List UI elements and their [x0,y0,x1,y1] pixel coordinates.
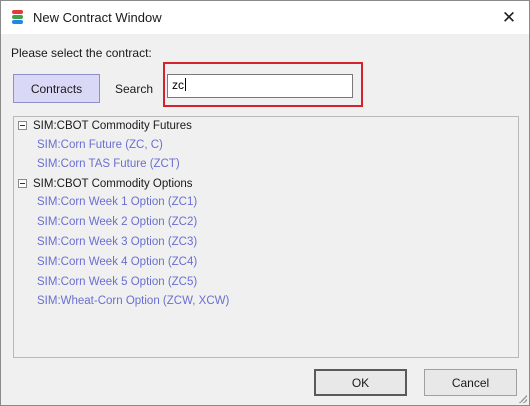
collapse-icon[interactable] [18,179,27,188]
tree-group-label: SIM:CBOT Commodity Options [33,178,193,190]
search-input-value: zc [172,78,184,92]
close-icon[interactable]: ✕ [489,1,529,34]
search-input[interactable]: zc [167,74,353,98]
tree-item[interactable]: SIM:Wheat-Corn Option (ZCW, XCW) [37,295,229,307]
contract-tree[interactable]: SIM:CBOT Commodity Futures SIM:Corn Futu… [13,116,519,358]
title-bar[interactable]: New Contract Window ✕ [1,1,529,34]
window-title: New Contract Window [33,10,162,25]
search-label: Search [115,82,154,96]
tree-item[interactable]: SIM:Corn Week 4 Option (ZC4) [37,256,197,268]
tree-item[interactable]: SIM:Corn Week 1 Option (ZC1) [37,196,197,208]
ok-button[interactable]: OK [314,369,407,396]
cancel-button[interactable]: Cancel [424,369,517,396]
select-contract-prompt: Please select the contract: [11,46,152,60]
new-contract-dialog: New Contract Window ✕ Please select the … [0,0,530,406]
tree-item[interactable]: SIM:Corn TAS Future (ZCT) [37,158,180,170]
resize-grip-icon[interactable] [519,395,527,403]
contracts-button[interactable]: Contracts [13,74,100,103]
tree-group-futures[interactable]: SIM:CBOT Commodity Futures [18,120,192,132]
tree-item[interactable]: SIM:Corn Week 2 Option (ZC2) [37,216,197,228]
tree-item[interactable]: SIM:Corn Week 3 Option (ZC3) [37,236,197,248]
tree-group-label: SIM:CBOT Commodity Futures [33,120,192,132]
app-icon [11,9,25,26]
tree-group-options[interactable]: SIM:CBOT Commodity Options [18,178,193,190]
tree-item[interactable]: SIM:Corn Future (ZC, C) [37,139,163,151]
tree-item[interactable]: SIM:Corn Week 5 Option (ZC5) [37,276,197,288]
collapse-icon[interactable] [18,121,27,130]
text-caret [185,78,186,91]
